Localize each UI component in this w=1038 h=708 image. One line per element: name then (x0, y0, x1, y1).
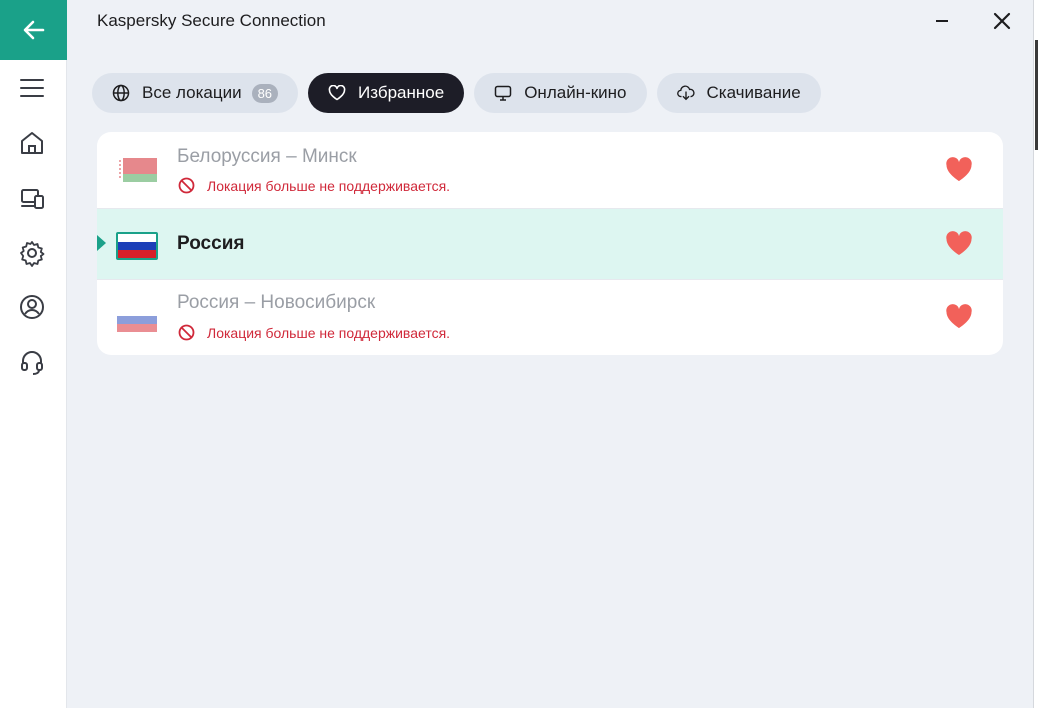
prohibited-icon (178, 177, 195, 194)
menu-button[interactable] (16, 72, 48, 104)
hamburger-menu-icon (20, 79, 44, 97)
arrow-left-icon (23, 20, 44, 40)
close-icon (993, 12, 1011, 30)
account-button[interactable] (16, 291, 48, 323)
devices-icon (21, 189, 44, 209)
tab-favorites-label: Избранное (358, 83, 445, 102)
scrollbar-track[interactable] (1033, 0, 1038, 708)
list-item-russia-novosibirsk[interactable]: Россия – Новосибирск Локация больше не п… (97, 280, 1003, 355)
devices-button[interactable] (16, 182, 48, 214)
location-status-text: Локация больше не поддерживается. (207, 324, 451, 341)
favorite-heart-icon[interactable] (945, 231, 973, 257)
flag-russia-icon (116, 232, 158, 260)
tab-downloads[interactable]: Скачивание (656, 73, 821, 113)
location-name: Россия – Новосибирск (177, 292, 376, 313)
tab-all-locations-label: Все локации (142, 83, 242, 102)
location-status: Локация больше не поддерживается. (178, 177, 450, 194)
location-name: Россия (177, 233, 245, 254)
minimize-button[interactable] (929, 8, 955, 34)
location-status-text: Локация больше не поддерживается. (207, 177, 451, 194)
tab-streaming[interactable]: Онлайн-кино (474, 73, 647, 113)
tab-all-locations[interactable]: Все локации 86 (92, 73, 299, 113)
cloud-download-icon (676, 84, 695, 102)
locations-count-badge: 86 (251, 83, 279, 103)
sidebar (0, 0, 67, 708)
headset-icon (21, 351, 43, 375)
location-status: Локация больше не поддерживается. (178, 324, 450, 341)
favorite-heart-icon[interactable] (945, 304, 973, 330)
location-name: Белоруссия – Минск (177, 146, 357, 167)
gear-icon (20, 241, 45, 267)
title-bar: Kaspersky Secure Connection (67, 0, 1033, 42)
prohibited-icon (178, 324, 195, 341)
close-button[interactable] (989, 8, 1015, 34)
back-button[interactable] (0, 0, 67, 60)
tab-streaming-label: Онлайн-кино (524, 83, 627, 102)
minimize-icon (936, 20, 948, 22)
settings-button[interactable] (16, 237, 48, 269)
home-button[interactable] (16, 127, 48, 159)
flag-belarus-icon (117, 158, 157, 182)
favorites-list: Белоруссия – Минск Локация больше не под… (97, 132, 1003, 355)
filter-tabs: Все локации 86 Избранное Онлайн-кино Ска… (92, 73, 821, 113)
screen-icon (494, 84, 512, 102)
user-circle-icon (20, 295, 44, 319)
flag-russia-icon (117, 308, 157, 332)
favorite-heart-icon[interactable] (945, 157, 973, 183)
tab-downloads-label: Скачивание (706, 83, 801, 102)
home-icon (21, 132, 43, 154)
list-item-belarus-minsk[interactable]: Белоруссия – Минск Локация больше не под… (97, 132, 1003, 209)
tab-favorites[interactable]: Избранное (308, 73, 465, 113)
list-item-russia[interactable]: Россия (97, 209, 1003, 280)
app-title: Kaspersky Secure Connection (97, 11, 326, 30)
support-button[interactable] (16, 346, 48, 378)
selected-marker (97, 235, 106, 251)
heart-outline-icon (328, 84, 346, 102)
globe-icon (112, 84, 130, 102)
